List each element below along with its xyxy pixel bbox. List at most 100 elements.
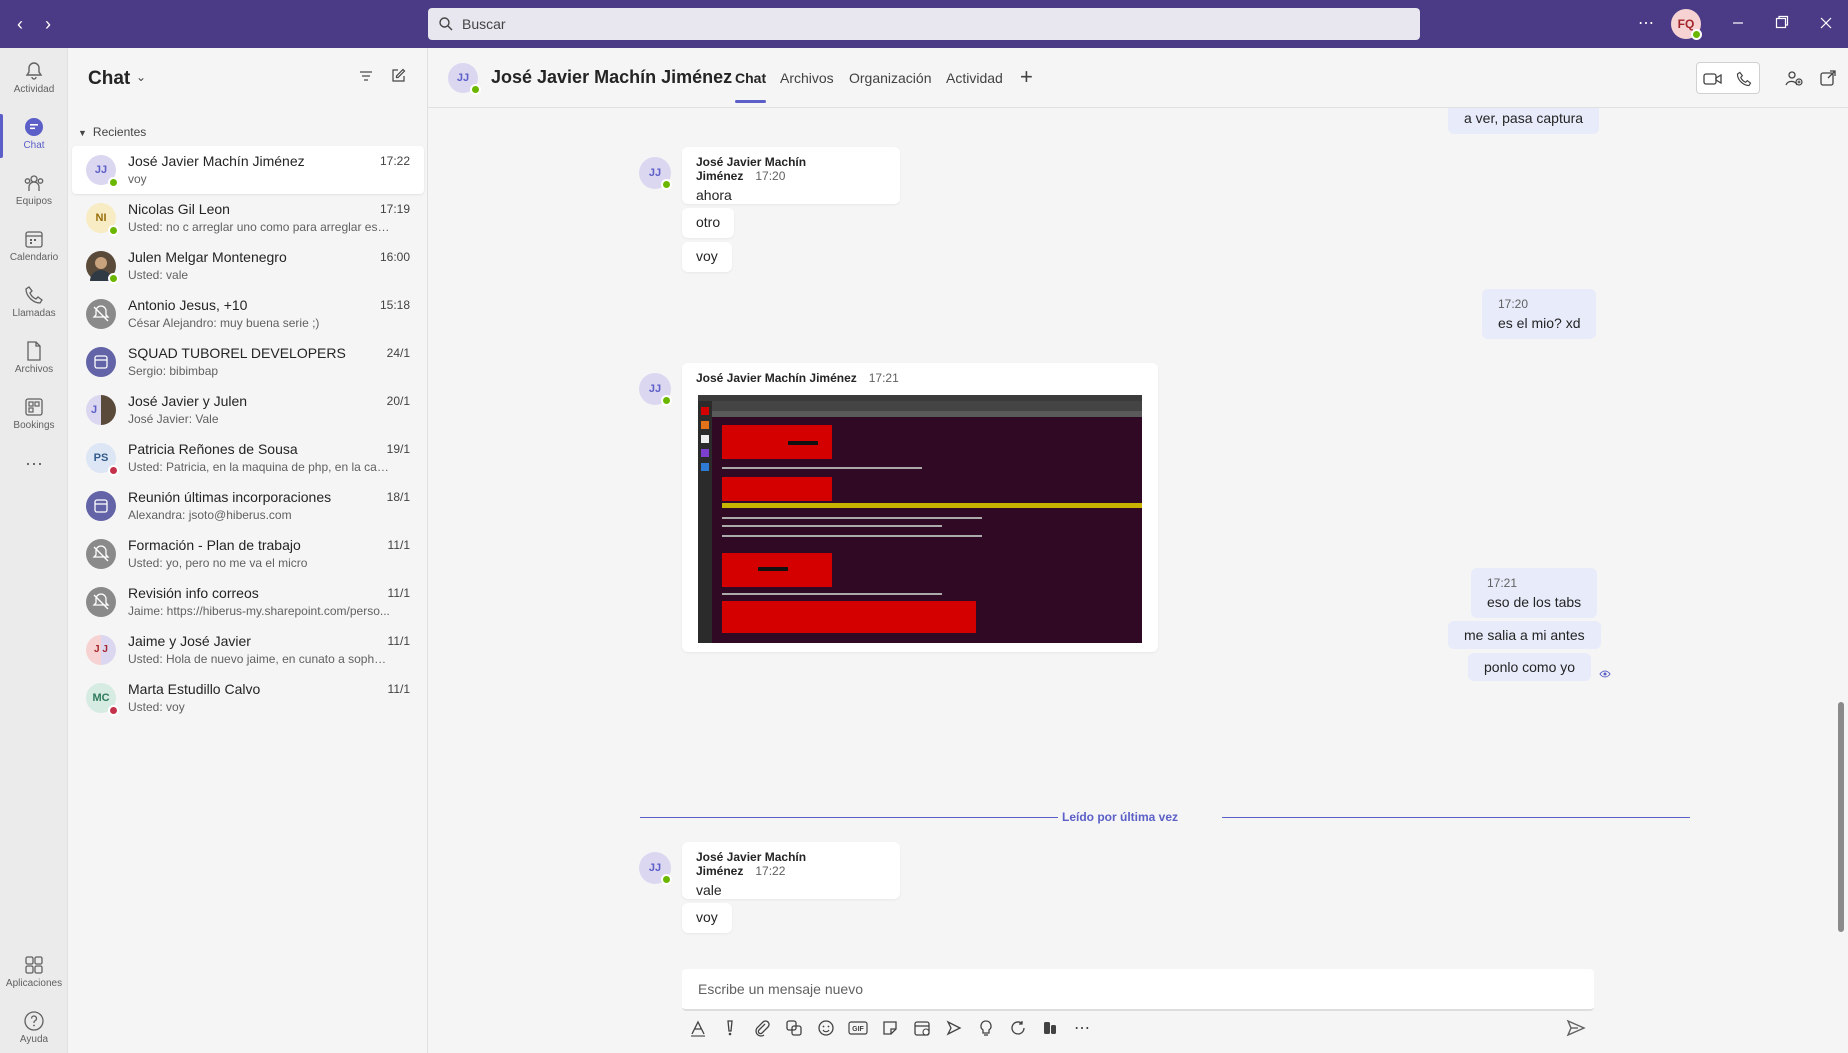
chat-preview: Jaime: https://hiberus-my.sharepoint.com…: [128, 604, 390, 618]
search-input[interactable]: Buscar: [428, 8, 1420, 40]
chat-time: 18/1: [386, 490, 410, 504]
updates-icon[interactable]: [1002, 1016, 1034, 1040]
my-message: 17:21 eso de los tabs: [1471, 568, 1598, 618]
chat-time: 11/1: [387, 586, 410, 600]
recent-label: Recientes: [92, 125, 147, 139]
rail-item-help[interactable]: Ayuda: [0, 1002, 68, 1053]
audio-call-icon[interactable]: [1735, 70, 1753, 88]
forms-icon[interactable]: [938, 1016, 970, 1040]
incoming-message: José Javier Machín Jiménez 17:21: [682, 363, 1158, 652]
recent-section-header[interactable]: ▼ Recientes: [78, 125, 146, 139]
list-item[interactable]: J J Jaime y José Javier Usted: Hola de n…: [72, 626, 424, 674]
rail-item-calendar[interactable]: Calendario: [0, 220, 68, 276]
video-call-icon[interactable]: [1703, 71, 1723, 87]
rail-item-files[interactable]: Archivos: [0, 332, 68, 388]
group-avatar: J: [86, 395, 116, 425]
praise-icon[interactable]: [970, 1016, 1002, 1040]
rail-label: Bookings: [13, 420, 55, 431]
chat-preview: Alexandra: jsoto@hiberus.com: [128, 508, 292, 522]
gif-icon[interactable]: GIF: [842, 1016, 874, 1040]
rail-item-bookings[interactable]: Bookings: [0, 388, 68, 444]
tab-activity[interactable]: Actividad: [946, 70, 1003, 86]
incoming-message: voy: [682, 242, 732, 272]
list-item[interactable]: Reunión últimas incorporaciones Alexandr…: [72, 482, 424, 530]
rail-label: Aplicaciones: [5, 978, 63, 989]
sender-name: José Javier Machín Jiménez: [696, 371, 857, 385]
chat-name: Reunión últimas incorporaciones: [128, 489, 332, 505]
list-item[interactable]: JJ José Javier Machín Jiménez voy 17:22: [72, 146, 424, 194]
chat-preview: José Javier: Vale: [128, 412, 219, 426]
more-apps-icon[interactable]: ⋯: [0, 452, 68, 484]
rail-label: Actividad: [13, 84, 55, 95]
muted-group-icon: [86, 587, 116, 617]
list-item[interactable]: Antonio Jesus, +10 César Alejandro: muy …: [72, 290, 424, 338]
message-text: ahora: [696, 187, 732, 203]
minimize-icon[interactable]: [1726, 12, 1750, 36]
chat-time: 17:19: [379, 202, 410, 216]
message-list: a ver, pasa captura JJ José Javier Machí…: [428, 108, 1848, 956]
seen-icon: [1599, 670, 1611, 678]
conversation-header: JJ José Javier Machín Jiménez Chat Archi…: [428, 48, 1848, 108]
close-icon[interactable]: [1814, 12, 1838, 36]
chat-name: Nicolas Gil Leon: [128, 201, 230, 217]
format-icon[interactable]: [682, 1016, 714, 1040]
incoming-message: voy: [682, 903, 732, 933]
rail-item-teams[interactable]: Equipos: [0, 164, 68, 220]
more-options-icon[interactable]: ⋯: [1634, 12, 1658, 36]
title-bar: ‹ › Buscar ⋯ FQ: [0, 0, 1848, 48]
schedule-meeting-icon[interactable]: [906, 1016, 938, 1040]
rail-item-chat[interactable]: Chat: [0, 108, 68, 164]
list-item[interactable]: MC Marta Estudillo Calvo Usted: voy 11/1: [72, 674, 424, 722]
chat-preview: Usted: vale: [128, 268, 189, 282]
send-icon[interactable]: [1566, 1018, 1586, 1038]
tab-organization[interactable]: Organización: [849, 70, 932, 86]
back-icon[interactable]: ‹: [8, 12, 32, 36]
rail-item-activity[interactable]: Actividad: [0, 52, 68, 108]
message-time: 17:20: [755, 169, 786, 183]
new-chat-icon[interactable]: [390, 68, 406, 84]
emoji-icon[interactable]: [810, 1016, 842, 1040]
list-item[interactable]: SQUAD TUBOREL DEVELOPERS Sergio: bibimba…: [72, 338, 424, 386]
message-text: es el mio? xd: [1498, 315, 1581, 331]
chat-preview: Usted: Hola de nuevo jaime, en cunato a …: [128, 652, 392, 666]
list-item[interactable]: Julen Melgar Montenegro Usted: vale 16:0…: [72, 242, 424, 290]
chevron-down-icon[interactable]: ⌄: [136, 70, 146, 84]
message-text: otro: [696, 214, 721, 230]
restore-icon[interactable]: [1770, 12, 1794, 36]
loop-icon[interactable]: [778, 1016, 810, 1040]
chat-time: 16:00: [379, 250, 410, 264]
attach-icon[interactable]: [746, 1016, 778, 1040]
filter-icon[interactable]: [358, 68, 374, 84]
conversation-title: José Javier Machín Jiménez: [491, 67, 733, 87]
presence-indicator: [1691, 29, 1702, 40]
rail-item-apps[interactable]: Aplicaciones: [0, 946, 68, 1002]
more-options-icon[interactable]: ⋯: [1066, 1016, 1098, 1040]
rail-item-calls[interactable]: Llamadas: [0, 276, 68, 332]
bell-icon: [25, 62, 43, 80]
search-icon: [439, 17, 453, 31]
chat-time: 20/1: [386, 394, 410, 408]
sticker-icon[interactable]: [874, 1016, 906, 1040]
list-item[interactable]: PS Patricia Reñones de Sousa Usted: Patr…: [72, 434, 424, 482]
chat-preview: Usted: no c arreglar uno como para arreg…: [128, 220, 392, 234]
list-item[interactable]: J José Javier y Julen José Javier: Vale …: [72, 386, 424, 434]
pop-out-button[interactable]: [1812, 62, 1844, 94]
app-shortcut-icon[interactable]: [1034, 1016, 1066, 1040]
priority-icon[interactable]: [714, 1016, 746, 1040]
list-item[interactable]: Revisión info correos Jaime: https://hib…: [72, 578, 424, 626]
message-compose-input[interactable]: Escribe un mensaje nuevo: [682, 969, 1594, 1011]
list-item[interactable]: NI Nicolas Gil Leon Usted: no c arreglar…: [72, 194, 424, 242]
screenshot-attachment[interactable]: [698, 395, 1142, 643]
search-placeholder: Buscar: [462, 16, 506, 32]
scrollbar[interactable]: [1838, 702, 1844, 932]
message-text: vale: [696, 882, 722, 898]
list-item[interactable]: Formación - Plan de trabajo Usted: yo, p…: [72, 530, 424, 578]
muted-group-icon: [86, 539, 116, 569]
add-tab-button[interactable]: +: [1020, 64, 1033, 90]
add-people-button[interactable]: [1778, 62, 1810, 94]
tab-chat[interactable]: Chat: [735, 70, 767, 103]
rail-label: Chat: [23, 140, 45, 151]
tab-files[interactable]: Archivos: [780, 70, 834, 86]
forward-icon[interactable]: ›: [36, 12, 60, 36]
my-message: me salia a mi antes: [1448, 621, 1601, 649]
